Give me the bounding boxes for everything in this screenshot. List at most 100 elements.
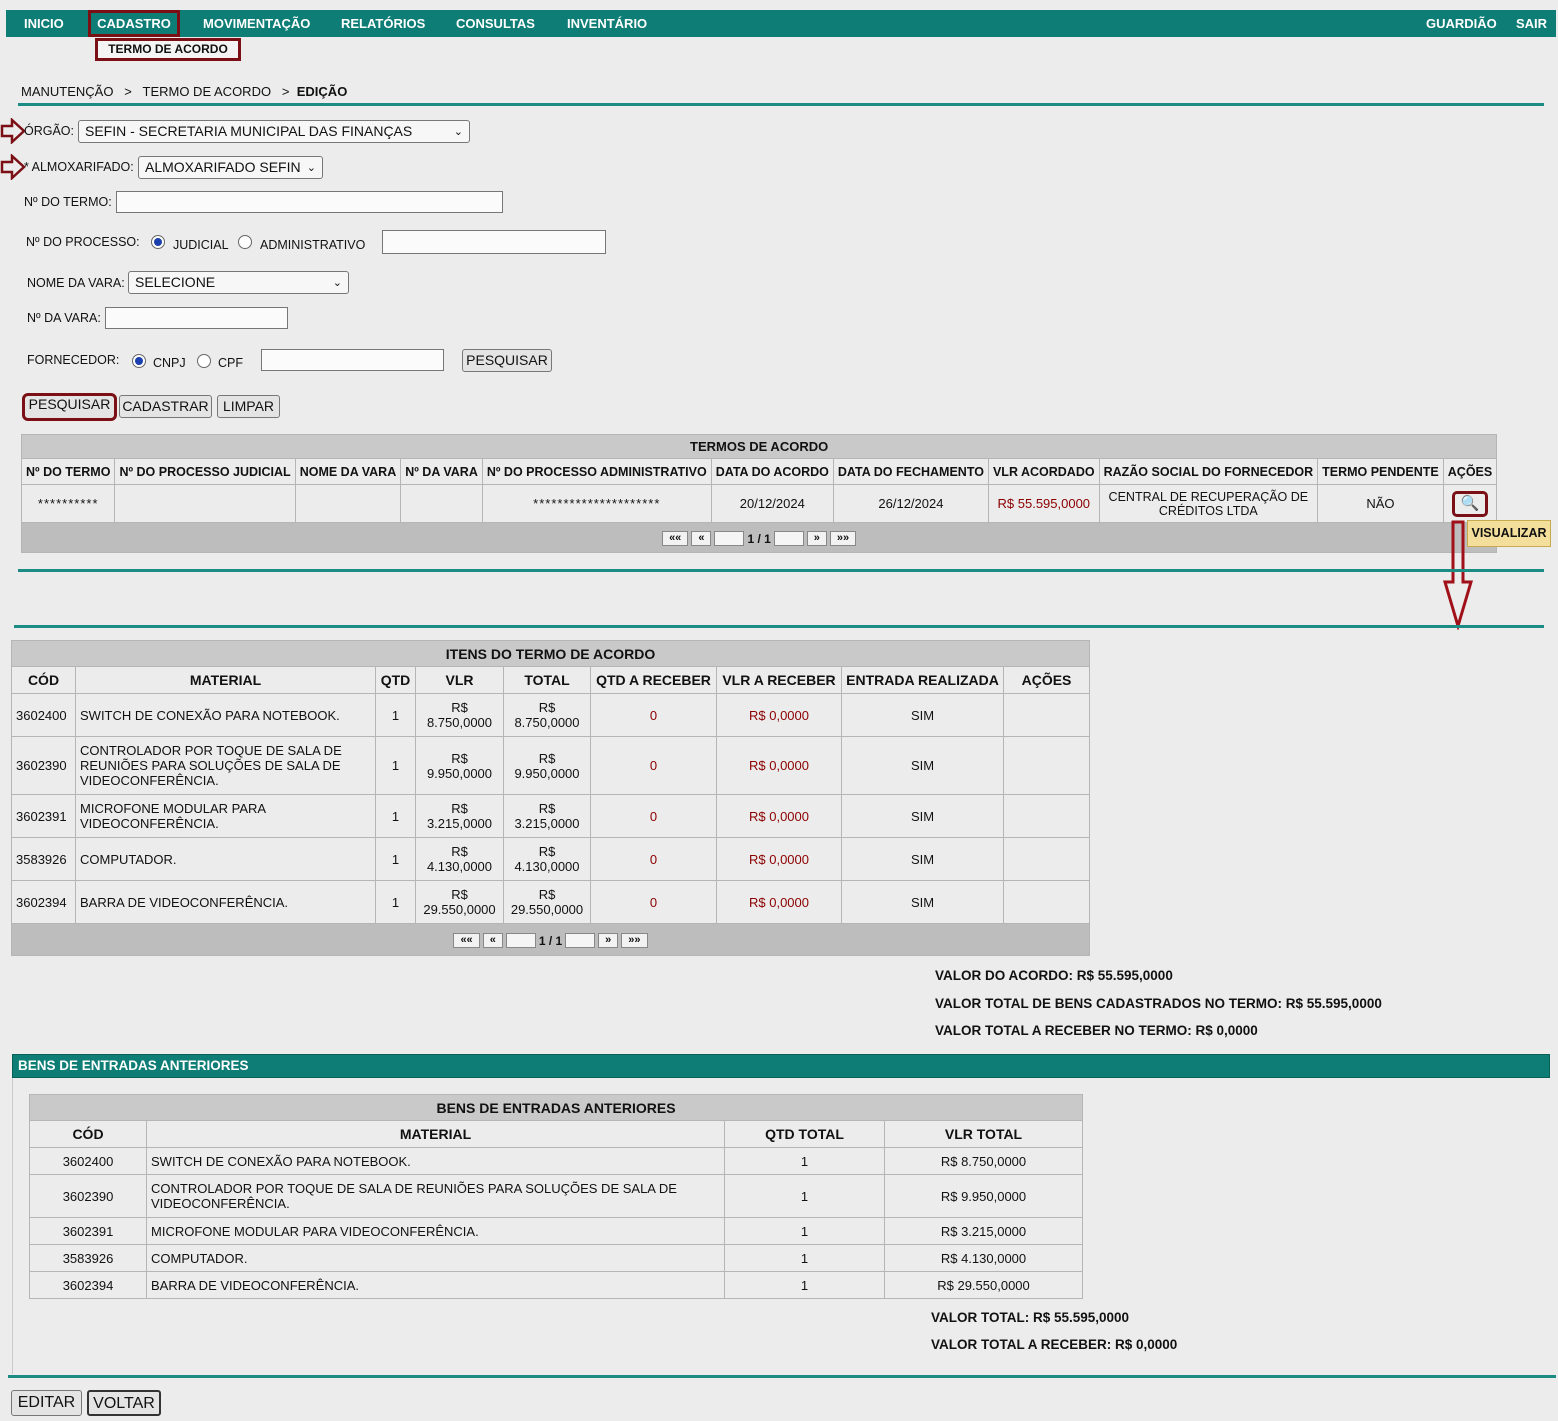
pager-prev-button[interactable]: « <box>691 531 712 546</box>
cell-total: R$ 29.550,0000 <box>503 880 591 924</box>
pager-input[interactable] <box>714 531 745 546</box>
nav-consultas[interactable]: CONSULTAS <box>452 10 539 37</box>
judicial-radio[interactable] <box>151 235 165 249</box>
outline-arrow-right-icon <box>0 154 26 180</box>
visualizar-button[interactable]: 🔍 <box>1452 490 1488 517</box>
col-header: QTD TOTAL <box>724 1120 885 1148</box>
processo-input[interactable] <box>382 230 606 254</box>
pager-prev-button[interactable]: « <box>482 933 503 948</box>
orgao-select[interactable]: SEFIN - SECRETARIA MUNICIPAL DAS FINANÇA… <box>78 120 470 143</box>
termo-input[interactable] <box>116 191 503 213</box>
breadcrumb-termo[interactable]: TERMO DE ACORDO <box>143 84 272 99</box>
breadcrumb-separator: > <box>281 84 290 99</box>
col-header: MATERIAL <box>75 666 376 694</box>
vara-label: NOME DA VARA: <box>27 276 125 290</box>
cnpj-radio[interactable] <box>132 354 146 368</box>
cell-material: BARRA DE VIDEOCONFERÊNCIA. <box>75 880 376 924</box>
fornecedor-search-button[interactable]: PESQUISAR <box>462 349 552 372</box>
vlr-currency: R$ <box>451 801 468 816</box>
pager-next-button[interactable]: » <box>598 933 619 948</box>
almoxarifado-select-value: ALMOXARIFADO SEFIN <box>145 159 301 175</box>
pager-last-button[interactable]: »» <box>621 933 648 948</box>
vara-select[interactable]: SELECIONE ⌄ <box>128 271 349 294</box>
cell-material: COMPUTADOR. <box>146 1244 725 1272</box>
total-currency: R$ <box>538 844 556 859</box>
cell-entrada: SIM <box>841 693 1004 737</box>
nav-movimentacao[interactable]: MOVIMENTAÇÃO <box>199 10 314 37</box>
col-header: Nº DO TERMO <box>20 458 116 485</box>
cadastrar-button[interactable]: CADASTRAR <box>119 395 212 418</box>
valor-acordo: VALOR DO ACORDO: R$ 55.595,0000 <box>935 968 1173 983</box>
nav-inicio[interactable]: INICIO <box>20 10 68 37</box>
pager-cell: «« « 1 / 1 » »» <box>11 923 1090 956</box>
pager-input[interactable] <box>565 933 596 948</box>
nav-sair[interactable]: SAIR <box>1512 10 1551 37</box>
breadcrumb: MANUTENÇÃO > TERMO DE ACORDO > EDIÇÃO <box>21 84 347 99</box>
cell-termo: ********** <box>20 484 116 523</box>
table-row: 3602394 BARRA DE VIDEOCONFERÊNCIA. 1 R$ 2… <box>11 880 1090 924</box>
almoxarifado-label: * ALMOXARIFADO: <box>24 160 134 174</box>
cell-cod: 3602400 <box>29 1147 147 1175</box>
bens-valor-total: VALOR TOTAL: R$ 55.595,0000 <box>931 1310 1130 1325</box>
cell-vlr: R$ 9.950,0000 <box>415 736 504 795</box>
cell-material: CONTROLADOR POR TOQUE DE SALA DE REUNIÕE… <box>146 1174 725 1218</box>
nav-cadastro[interactable]: CADASTRO <box>88 10 180 37</box>
submenu-termo-de-acordo[interactable]: TERMO DE ACORDO <box>95 38 241 61</box>
voltar-button[interactable]: VOLTAR <box>87 1390 161 1416</box>
nav-relatorios[interactable]: RELATÓRIOS <box>337 10 429 37</box>
cell-cod: 3583926 <box>29 1244 147 1272</box>
cell-processo-adm: ********************* <box>481 484 712 523</box>
pesquisar-button[interactable]: PESQUISAR <box>22 393 117 421</box>
vlr-amount: 29.550,0000 <box>423 902 496 917</box>
total-amount: 4.130,0000 <box>514 859 580 874</box>
cpf-radio[interactable] <box>197 354 211 368</box>
cnpj-label: CNPJ <box>153 356 186 370</box>
vara-select-value: SELECIONE <box>135 274 216 290</box>
pager-input[interactable] <box>773 531 804 546</box>
chevron-down-icon: ⌄ <box>306 162 316 174</box>
cell-vlr-total: R$ 29.550,0000 <box>884 1271 1083 1299</box>
almoxarifado-select[interactable]: ALMOXARIFADO SEFIN ⌄ <box>138 156 323 179</box>
cell-acoes <box>1003 837 1090 881</box>
divider <box>8 1375 1556 1378</box>
bens-table: BENS DE ENTRADAS ANTERIORES CÓD MATERIAL… <box>29 1094 1083 1299</box>
pager-last-button[interactable]: »» <box>829 531 857 546</box>
table-row[interactable]: ********** ********************* 20/12/2… <box>20 484 1498 523</box>
col-header: TERMO PENDENTE <box>1317 458 1444 485</box>
cell-qtd: 1 <box>375 693 416 737</box>
col-header: VLR TOTAL <box>884 1120 1083 1148</box>
limpar-button[interactable]: LIMPAR <box>217 395 280 418</box>
cell-data-acordo: 20/12/2024 <box>710 484 834 523</box>
table-row: 3602390 CONTROLADOR POR TOQUE DE SALA DE… <box>11 736 1090 795</box>
cell-total: R$ 3.215,0000 <box>503 794 591 838</box>
col-header: VLR A RECEBER <box>716 666 842 694</box>
nvara-input[interactable] <box>105 307 288 329</box>
cell-cod: 3602390 <box>29 1174 147 1218</box>
col-header: QTD A RECEBER <box>590 666 717 694</box>
fornecedor-input[interactable] <box>261 349 444 371</box>
table-row: 3583926 COMPUTADOR. 1 R$ 4.130,0000 <box>29 1244 1083 1272</box>
total-amount: 9.950,0000 <box>514 765 580 781</box>
bens-section-header: BENS DE ENTRADAS ANTERIORES <box>12 1054 1550 1078</box>
editar-button[interactable]: EDITAR <box>11 1390 82 1416</box>
cell-material: MICROFONE MODULAR PARA VIDEOCONFERÊNCIA. <box>75 794 376 838</box>
breadcrumb-manutencao[interactable]: MANUTENÇÃO <box>21 84 113 99</box>
total-amount: 8.750,0000 <box>514 715 580 730</box>
vlr-currency: R$ <box>451 700 468 715</box>
pager-first-button[interactable]: «« <box>453 933 480 948</box>
nav-inventario[interactable]: INVENTÁRIO <box>563 10 651 37</box>
cell-material: SWITCH DE CONEXÃO PARA NOTEBOOK. <box>75 693 376 737</box>
cell-material: CONTROLADOR POR TOQUE DE SALA DE REUNIÕE… <box>75 736 376 795</box>
breadcrumb-separator: > <box>124 84 132 99</box>
pager-input[interactable] <box>505 933 536 948</box>
pager-first-button[interactable]: «« <box>662 531 689 546</box>
vlr-currency: R$ <box>451 887 468 902</box>
nav-guardiao[interactable]: GUARDIÃO <box>1422 10 1501 37</box>
pager-next-button[interactable]: » <box>806 531 827 546</box>
cell-material: SWITCH DE CONEXÃO PARA NOTEBOOK. <box>146 1147 725 1175</box>
cell-qtd-receber: 0 <box>590 880 717 924</box>
administrativo-radio[interactable] <box>238 235 252 249</box>
processo-label: Nº DO PROCESSO: <box>26 235 140 249</box>
col-header: MATERIAL <box>146 1120 725 1148</box>
col-header: QTD <box>375 666 416 694</box>
